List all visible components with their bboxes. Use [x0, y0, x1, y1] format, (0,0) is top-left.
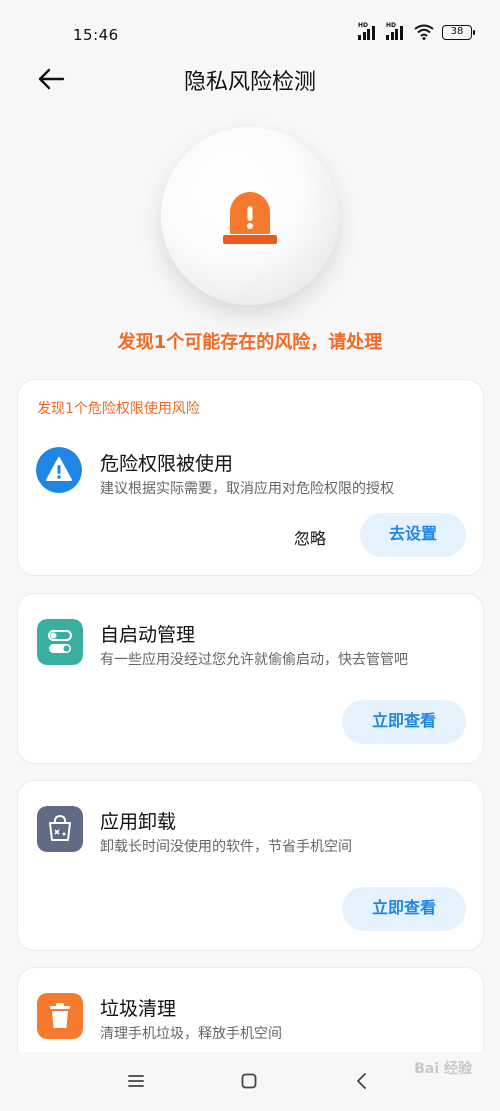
- risk-section-label: 发现1个危险权限使用风险: [37, 401, 200, 417]
- card-description: 有一些应用没经过您允许就偷偷启动，快去管管吧: [100, 652, 408, 668]
- home-icon[interactable]: [238, 1070, 260, 1092]
- hero-risk-message: 发现1个可能存在的风险，请处理: [117, 332, 383, 353]
- autostart-card[interactable]: 自启动管理 有一些应用没经过您允许就偷偷启动，快去管管吧 立即查看: [17, 593, 484, 764]
- wifi-icon: [414, 24, 434, 40]
- card-description: 卸载长时间没使用的软件，节省手机空间: [100, 839, 352, 855]
- card-title: 危险权限被使用: [100, 453, 234, 475]
- go-settings-button[interactable]: 去设置: [360, 513, 466, 557]
- hd-label: HD: [358, 22, 369, 29]
- battery-icon: 38: [442, 24, 475, 40]
- nav-back-icon[interactable]: [351, 1070, 373, 1092]
- app-uninstall-card[interactable]: 应用卸载 卸载长时间没使用的软件，节省手机空间 立即查看: [17, 780, 484, 951]
- card-description: 清理手机垃圾，释放手机空间: [100, 1026, 282, 1042]
- view-now-button[interactable]: 立即查看: [342, 887, 466, 931]
- page-title: 隐私风险检测: [183, 70, 316, 95]
- risk-card: 发现1个危险权限使用风险 危险权限被使用 建议根据实际需要，取消应用对危险权限的…: [17, 379, 484, 576]
- uninstall-bag-icon: [37, 806, 83, 852]
- status-icons: HD HD 38: [358, 22, 475, 40]
- watermark: Bai 经验: [414, 1061, 472, 1077]
- hd-label: HD: [386, 22, 397, 29]
- toggle-switch-icon: [37, 619, 83, 665]
- card-title: 应用卸载: [100, 811, 177, 833]
- signal-2-icon: HD: [386, 22, 408, 40]
- status-bar: 15:46 HD HD 38: [0, 0, 500, 60]
- status-time: 15:46: [73, 26, 119, 44]
- signal-1-icon: HD: [358, 22, 380, 40]
- warning-icon: [36, 447, 82, 493]
- trash-icon: [37, 993, 83, 1039]
- card-title: 垃圾清理: [100, 998, 177, 1020]
- ignore-button[interactable]: 忽略: [294, 525, 326, 549]
- card-title: 自启动管理: [100, 624, 196, 646]
- card-description: 建议根据实际需要，取消应用对危险权限的授权: [100, 481, 394, 497]
- menu-icon[interactable]: [125, 1070, 147, 1092]
- view-now-button[interactable]: 立即查看: [342, 700, 466, 744]
- alarm-light-icon: [223, 192, 277, 244]
